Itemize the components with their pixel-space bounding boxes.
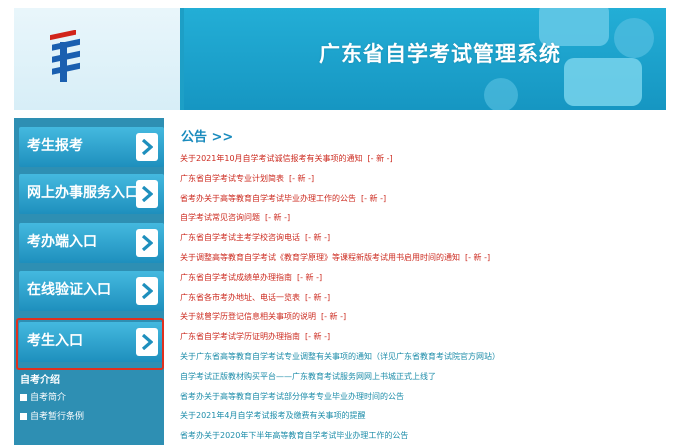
highlight-frame — [16, 318, 164, 370]
sidebar-button-label: 考办端入口 — [27, 234, 97, 250]
new-badge: [- 新 -] — [297, 272, 323, 282]
puzzle-decoration — [484, 78, 518, 110]
sidebar-section-title: 自考介绍 — [20, 375, 60, 386]
logo-area — [14, 8, 180, 110]
news-item-title: 广东省自学考试学历证明办理指南 — [180, 332, 300, 342]
news-item-title: 广东省自学考试成绩单办理指南 — [180, 272, 292, 282]
news-item-title: 关于2021年4月自学考试报考及缴费有关事项的提醒 — [180, 411, 366, 421]
sidebar-button-online-service[interactable]: 网上办事服务入口 — [19, 174, 164, 214]
sidebar-button-online-verification[interactable]: 在线验证入口 — [19, 271, 164, 311]
chevron-right-icon — [136, 180, 158, 208]
news-item-title: 自学考试正版教材购买平台——广东教育考试服务网网上书城正式上线了 — [180, 371, 436, 381]
news-item[interactable]: 广东省自学考试成绩单办理指南 [- 新 -] — [180, 268, 660, 288]
news-item[interactable]: 关于2021年10月自学考试诚信报考有关事项的通知 [- 新 -] — [180, 149, 660, 169]
new-badge: [- 新 -] — [367, 154, 393, 163]
new-badge: [- 新 -] — [321, 312, 347, 322]
announcement-heading: 公告 >> — [181, 130, 234, 145]
news-list: 关于2021年10月自学考试诚信报考有关事项的通知 [- 新 -] 广东省自学考试专… — [180, 149, 660, 446]
news-item[interactable]: 广东省自学考试学历证明办理指南 [- 新 -] — [180, 327, 660, 347]
news-item-title: 省考办关于高等教育自学考试部分停考专业毕业办理时间的公告 — [180, 391, 404, 401]
page-title: 广东省自学考试管理系统 — [319, 42, 561, 66]
news-item[interactable]: 关于广东省高等教育自学考试专业调整有关事项的通知（详见广东省教育考试院官方网站） — [180, 347, 660, 367]
news-item-title: 关于2021年10月自学考试诚信报考有关事项的通知 — [180, 154, 363, 163]
news-item-title: 关于调整高等教育自学考试《教育学原理》等课程新版考试用书启用时间的通知 — [180, 252, 460, 262]
sidebar-button-office-portal[interactable]: 考办端入口 — [19, 223, 164, 263]
news-item[interactable]: 自学考试常见咨询问题 [- 新 -] — [180, 208, 660, 228]
new-badge: [- 新 -] — [361, 193, 387, 203]
news-item[interactable]: 自学考试正版教材购买平台——广东教育考试服务网网上书城正式上线了 — [180, 367, 660, 387]
new-badge: [- 新 -] — [465, 252, 491, 262]
news-item-title: 省考办关于2020年下半年高等教育自学考试毕业办理工作的公告 — [180, 431, 409, 441]
news-item-title: 关于就曾学历登记信息相关事项的说明 — [180, 312, 316, 322]
sidebar-button-label: 在线验证入口 — [27, 282, 111, 298]
news-item[interactable]: 广东省各市考办地址、电话一览表 [- 新 -] — [180, 288, 660, 308]
sidebar-link-label: 自考简介 — [30, 393, 67, 403]
news-item[interactable]: 广东省自学考试主考学校咨询电话 [- 新 -] — [180, 228, 660, 248]
puzzle-decoration — [564, 58, 642, 106]
news-item-title: 广东省自学考试专业计划简表 — [180, 173, 284, 183]
news-item-title: 省考办关于高等教育自学考试毕业办理工作的公告 — [180, 193, 356, 203]
sidebar-button-label: 考生报考 — [27, 138, 83, 154]
new-badge: [- 新 -] — [289, 173, 315, 183]
news-item[interactable]: 省考办关于2020年下半年高等教育自学考试毕业办理工作的公告 — [180, 426, 660, 446]
news-item[interactable]: 关于就曾学历登记信息相关事项的说明 [- 新 -] — [180, 307, 660, 327]
news-item-title: 关于广东省高等教育自学考试专业调整有关事项的通知（详见广东省教育考试院官方网站） — [180, 351, 500, 361]
sidebar-button-label: 网上办事服务入口 — [27, 185, 139, 201]
news-item[interactable]: 省考办关于高等教育自学考试部分停考专业毕业办理时间的公告 — [180, 387, 660, 407]
sidebar-link-label: 自考暂行条例 — [30, 412, 85, 422]
news-item[interactable]: 关于2021年4月自学考试报考及缴费有关事项的提醒 — [180, 406, 660, 426]
sidebar-link-intro[interactable]: 自考简介 — [20, 390, 66, 403]
news-item-title: 广东省自学考试主考学校咨询电话 — [180, 233, 300, 243]
news-item-title: 自学考试常见咨询问题 — [180, 213, 260, 223]
bullet-icon — [20, 413, 27, 420]
chevron-right-icon — [136, 133, 158, 161]
logo-icon — [50, 30, 80, 82]
puzzle-decoration — [614, 18, 654, 58]
news-item[interactable]: 省考办关于高等教育自学考试毕业办理工作的公告 [- 新 -] — [180, 189, 660, 209]
new-badge: [- 新 -] — [305, 332, 331, 342]
sidebar-link-regulations[interactable]: 自考暂行条例 — [20, 409, 84, 422]
chevron-right-icon — [136, 277, 158, 305]
sidebar-button-candidate-registration[interactable]: 考生报考 — [19, 127, 164, 167]
new-badge: [- 新 -] — [305, 233, 331, 243]
sidebar: 考生报考 网上办事服务入口 考办端入口 在线验证入口 考生入口 自考介绍 自考简… — [14, 118, 164, 445]
new-badge: [- 新 -] — [305, 292, 331, 302]
bullet-icon — [20, 394, 27, 401]
header-banner: 广东省自学考试管理系统 — [14, 8, 666, 110]
new-badge: [- 新 -] — [265, 213, 291, 223]
news-item[interactable]: 广东省自学考试专业计划简表 [- 新 -] — [180, 169, 660, 189]
news-item[interactable]: 关于调整高等教育自学考试《教育学原理》等课程新版考试用书启用时间的通知 [- 新 … — [180, 248, 660, 268]
news-item-title: 广东省各市考办地址、电话一览表 — [180, 292, 300, 302]
banner: 广东省自学考试管理系统 — [184, 8, 666, 110]
chevron-right-icon — [136, 229, 158, 257]
